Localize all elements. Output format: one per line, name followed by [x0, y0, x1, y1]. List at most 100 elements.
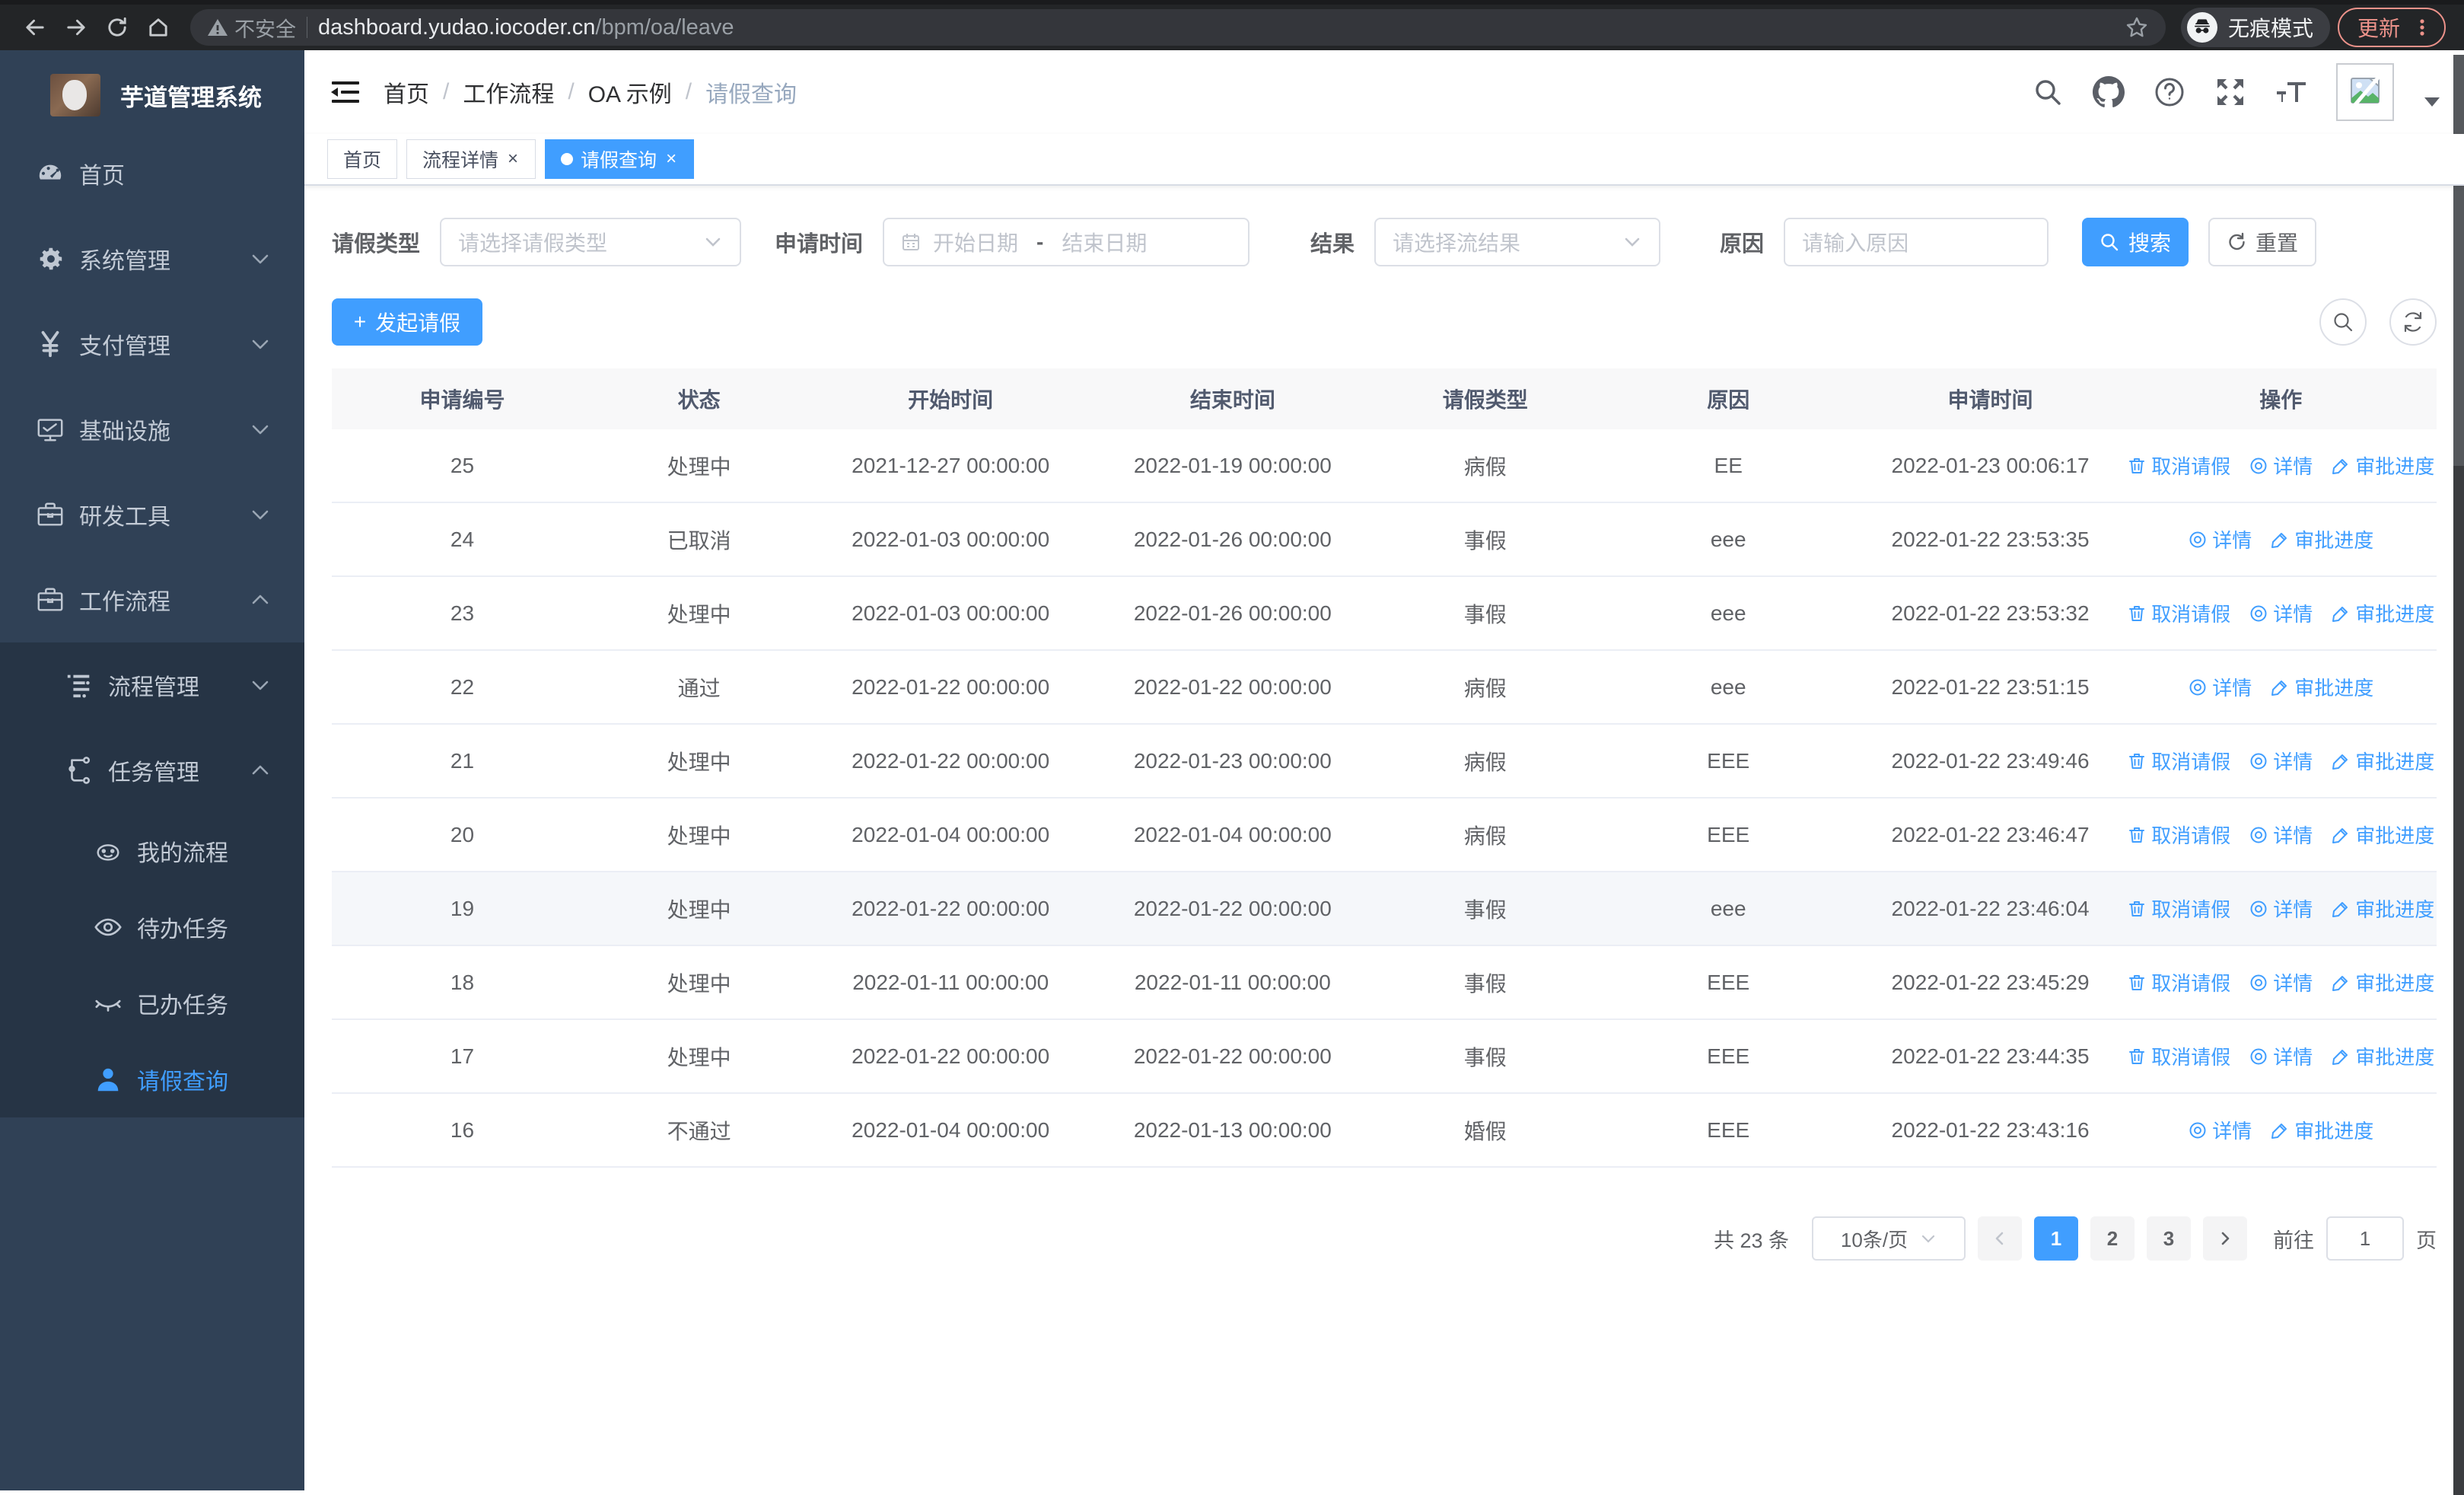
kebab-menu-icon[interactable] — [2412, 18, 2432, 37]
breadcrumb-item[interactable]: OA 示例 — [588, 75, 672, 109]
sidebar-item-system-mgmt[interactable]: 系统管理 — [0, 216, 304, 301]
refresh-table-button[interactable] — [2389, 298, 2437, 346]
detail-link[interactable]: 详情 — [2249, 968, 2313, 996]
sidebar-item-label: 支付管理 — [79, 334, 170, 359]
detail-link[interactable]: 详情 — [2249, 599, 2313, 627]
fullscreen-icon[interactable] — [2214, 76, 2246, 108]
breadcrumb-item[interactable]: 首页 — [384, 75, 429, 109]
close-icon[interactable]: × — [506, 150, 520, 168]
breadcrumb-separator: / — [568, 79, 575, 104]
detail-link[interactable]: 详情 — [2188, 1116, 2252, 1144]
progress-link[interactable]: 审批进度 — [2270, 525, 2373, 553]
browser-back-button[interactable] — [18, 11, 52, 44]
cancel-leave-link[interactable]: 取消请假 — [2127, 1042, 2230, 1070]
goto-page-input[interactable] — [2326, 1216, 2404, 1261]
cell-apply: 2022-01-22 23:53:32 — [1891, 601, 2090, 625]
detail-link[interactable]: 详情 — [2188, 525, 2252, 553]
progress-link[interactable]: 审批进度 — [2331, 599, 2434, 627]
sidebar-item-done-tasks[interactable]: 已办任务 — [0, 965, 304, 1041]
monitor-icon — [33, 413, 67, 446]
progress-link[interactable]: 审批进度 — [2331, 968, 2434, 996]
create-leave-button[interactable]: + 发起请假 — [332, 298, 482, 346]
browser-address-bar[interactable]: 不安全 dashboard.yudao.iocoder.cn/bpm/oa/le… — [190, 9, 2166, 46]
toggle-search-button[interactable] — [2319, 298, 2367, 346]
bookmark-star-icon[interactable] — [2125, 15, 2149, 40]
help-icon[interactable] — [2154, 76, 2185, 108]
search-icon[interactable] — [2032, 76, 2064, 108]
progress-link[interactable]: 审批进度 — [2270, 673, 2373, 701]
pen-icon — [2331, 899, 2351, 919]
cell-start: 2022-01-03 00:00:00 — [852, 601, 1050, 625]
prev-page-button[interactable] — [1978, 1216, 2022, 1261]
detail-link[interactable]: 详情 — [2249, 451, 2313, 480]
app-logo-row[interactable]: 芋道管理系统 — [0, 50, 304, 129]
reason-input[interactable]: 请输入原因 — [1784, 218, 2049, 266]
sidebar-collapse-icon[interactable] — [327, 74, 364, 110]
cancel-leave-link[interactable]: 取消请假 — [2127, 821, 2230, 849]
progress-link[interactable]: 审批进度 — [2331, 1042, 2434, 1070]
leave-type-select[interactable]: 请选择请假类型 — [440, 218, 742, 266]
sidebar-item-infrastructure[interactable]: 基础设施 — [0, 387, 304, 472]
browser-update-button[interactable]: 更新 — [2337, 8, 2446, 47]
tab-process-detail[interactable]: 流程详情 × — [406, 139, 536, 179]
sidebar-item-todo-tasks[interactable]: 待办任务 — [0, 889, 304, 965]
cancel-leave-link[interactable]: 取消请假 — [2127, 747, 2230, 775]
result-select[interactable]: 请选择流结果 — [1374, 218, 1661, 266]
close-icon[interactable]: × — [664, 150, 678, 168]
progress-link[interactable]: 审批进度 — [2331, 894, 2434, 923]
search-button[interactable]: 搜索 — [2082, 218, 2189, 266]
progress-link[interactable]: 审批进度 — [2331, 747, 2434, 775]
browser-forward-button[interactable] — [59, 11, 93, 44]
progress-link[interactable]: 审批进度 — [2331, 821, 2434, 849]
cell-apply: 2022-01-22 23:53:35 — [1891, 527, 2090, 551]
not-secure-indicator[interactable]: 不安全 — [207, 13, 296, 43]
page-button-1[interactable]: 1 — [2034, 1216, 2078, 1261]
browser-home-button[interactable] — [142, 11, 175, 44]
sidebar-item-leave-query[interactable]: 请假查询 — [0, 1041, 304, 1117]
chevron-down-icon[interactable] — [2423, 93, 2441, 111]
page-size-select[interactable]: 10条/页 — [1812, 1216, 1966, 1261]
avatar[interactable] — [2336, 63, 2394, 121]
breadcrumb-item[interactable]: 工作流程 — [463, 75, 554, 109]
detail-link[interactable]: 详情 — [2249, 747, 2313, 775]
cancel-leave-link[interactable]: 取消请假 — [2127, 894, 2230, 923]
sidebar-item-my-process[interactable]: 我的流程 — [0, 813, 304, 889]
reset-button[interactable]: 重置 — [2208, 218, 2317, 266]
detail-link[interactable]: 详情 — [2249, 1042, 2313, 1070]
cancel-leave-link[interactable]: 取消请假 — [2127, 451, 2230, 480]
font-size-icon[interactable] — [2275, 76, 2307, 108]
action-label: 详情 — [2212, 677, 2252, 700]
progress-link[interactable]: 审批进度 — [2270, 1116, 2373, 1144]
cancel-leave-link[interactable]: 取消请假 — [2127, 968, 2230, 996]
detail-link[interactable]: 详情 — [2249, 894, 2313, 923]
cell-status: 处理中 — [667, 971, 731, 996]
chevron-down-icon — [250, 333, 271, 355]
cancel-leave-link[interactable]: 取消请假 — [2127, 599, 2230, 627]
scrollbar-thumb[interactable] — [2453, 55, 2464, 466]
tab-home[interactable]: 首页 — [327, 139, 398, 179]
detail-link[interactable]: 详情 — [2249, 821, 2313, 849]
page-button-2[interactable]: 2 — [2090, 1216, 2135, 1261]
sidebar-item-workflow[interactable]: 工作流程 — [0, 557, 304, 642]
table-row: 18 处理中 2022-01-11 00:00:00 2022-01-11 00:00… — [332, 946, 2437, 1020]
browser-reload-button[interactable] — [100, 11, 134, 44]
sidebar-item-home[interactable]: 首页 — [0, 131, 304, 216]
page-button-3[interactable]: 3 — [2147, 1216, 2191, 1261]
progress-link[interactable]: 审批进度 — [2331, 451, 2434, 480]
tab-leave-query[interactable]: 请假查询 × — [545, 139, 695, 179]
github-icon[interactable] — [2093, 76, 2125, 108]
cell-reason: eee — [1710, 896, 1746, 920]
next-page-button[interactable] — [2203, 1216, 2247, 1261]
sidebar-item-task-mgmt[interactable]: 任务管理 — [0, 728, 304, 813]
apply-time-range-picker[interactable]: 开始日期 - 结束日期 — [883, 218, 1250, 266]
eye-open-icon — [91, 910, 125, 944]
sidebar-item-payment-mgmt[interactable]: 支付管理 — [0, 301, 304, 387]
detail-link[interactable]: 详情 — [2188, 673, 2252, 701]
breadcrumb-item: 请假查询 — [705, 82, 797, 107]
view-icon — [2188, 530, 2208, 550]
browser-scrollbar[interactable] — [2453, 55, 2464, 1495]
gear-icon — [33, 242, 67, 276]
cell-reason: EEE — [1707, 822, 1750, 846]
sidebar-item-dev-tools[interactable]: 研发工具 — [0, 472, 304, 557]
sidebar-item-process-mgmt[interactable]: 流程管理 — [0, 642, 304, 728]
